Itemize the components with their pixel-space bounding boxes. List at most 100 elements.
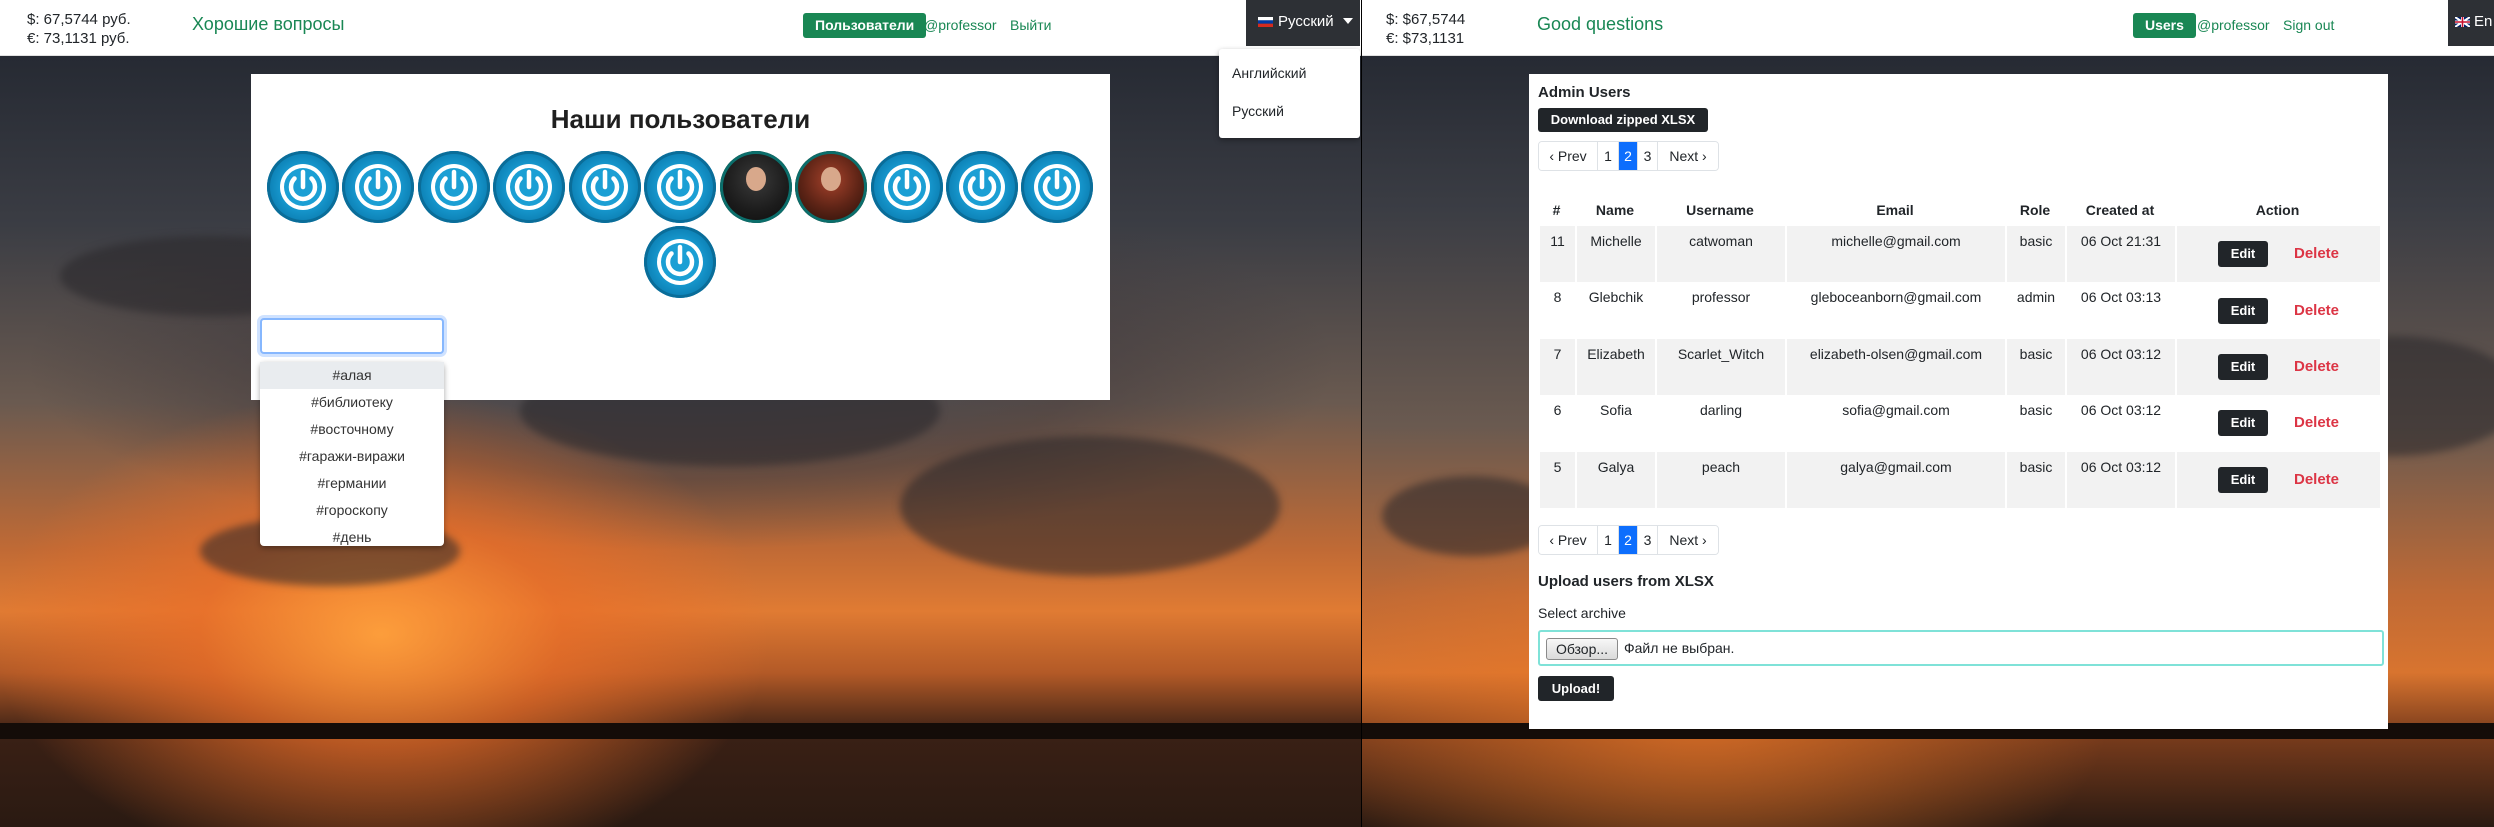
language-menu: Английский Русский — [1219, 49, 1360, 138]
avatar-face — [746, 167, 766, 191]
page-link-3[interactable]: 3 — [1638, 142, 1658, 170]
avatar-face — [821, 167, 841, 191]
edit-button[interactable]: Edit — [2217, 466, 2268, 493]
cell-role: basic — [2005, 226, 2065, 283]
select-archive-label: Select archive — [1538, 605, 1626, 621]
prev-page-link[interactable]: ‹ Prev — [1539, 142, 1598, 170]
file-input[interactable]: Обзор... Файл не выбран. — [1538, 630, 2384, 666]
suggestion-item[interactable]: #восточному — [260, 416, 444, 443]
profile-link[interactable]: @professor — [2197, 17, 2270, 33]
user-avatar-default[interactable] — [871, 151, 943, 223]
language-dropdown-toggle[interactable]: Русский — [1246, 0, 1360, 46]
download-xlsx-button[interactable]: Download zipped XLSX — [1538, 108, 1708, 132]
edit-button[interactable]: Edit — [2217, 353, 2268, 380]
user-avatar-default[interactable] — [1021, 151, 1093, 223]
currency-rates: $: 67,5744 руб. €: 73,1131 руб. — [27, 10, 131, 48]
delete-link[interactable]: Delete — [2294, 471, 2339, 488]
cell-created: 06 Oct 03:12 — [2065, 395, 2175, 452]
brand-link[interactable]: Good questions — [1537, 14, 1663, 35]
page-link-1[interactable]: 1 — [1598, 526, 1619, 554]
cell-username: professor — [1655, 282, 1785, 339]
cell-role: basic — [2005, 338, 2065, 396]
prev-page-link[interactable]: ‹ Prev — [1539, 526, 1598, 554]
cell-name: Galya — [1575, 451, 1655, 508]
edit-button[interactable]: Edit — [2217, 241, 2268, 268]
delete-link[interactable]: Delete — [2294, 302, 2339, 319]
logout-link[interactable]: Sign out — [2283, 17, 2334, 33]
page-link-2[interactable]: 2 — [1619, 142, 1638, 170]
page-link-1[interactable]: 1 — [1598, 142, 1619, 170]
brand-link[interactable]: Хорошие вопросы — [192, 14, 344, 35]
suggestion-item[interactable]: #библиотеку — [260, 389, 444, 416]
cell-id: 8 — [1538, 282, 1575, 339]
user-avatar-default[interactable] — [644, 151, 716, 223]
cell-actions: Edit Delete — [2175, 451, 2380, 508]
user-avatar-photo[interactable] — [795, 151, 867, 223]
cell-created: 06 Oct 03:13 — [2065, 282, 2175, 339]
cell-actions: Edit Delete — [2175, 226, 2380, 283]
edit-button[interactable]: Edit — [2217, 410, 2268, 437]
delete-link[interactable]: Delete — [2294, 414, 2339, 431]
suggestion-item[interactable]: #германии — [260, 470, 444, 497]
suggestion-item[interactable]: #гаражи-виражи — [260, 443, 444, 470]
language-dropdown-toggle[interactable]: En — [2448, 0, 2494, 46]
cell-name: Glebchik — [1575, 282, 1655, 339]
next-page-link[interactable]: Next › — [1658, 142, 1718, 170]
user-avatar-default[interactable] — [493, 151, 565, 223]
pagination-top: ‹ Prev 1 2 3 Next › — [1538, 141, 1719, 171]
user-avatar-default[interactable] — [342, 151, 414, 223]
user-avatar-default[interactable] — [644, 226, 716, 298]
no-file-text: Файл не выбран. — [1624, 640, 1735, 656]
admin-users-card: Admin Users Download zipped XLSX ‹ Prev … — [1529, 74, 2388, 729]
cell-actions: Edit Delete — [2175, 338, 2380, 396]
users-nav-button[interactable]: Пользователи — [803, 13, 927, 38]
table-row: 7 Elizabeth Scarlet_Witch elizabeth-olse… — [1538, 338, 2380, 396]
next-page-link[interactable]: Next › — [1658, 526, 1718, 554]
column-header: # — [1552, 202, 1561, 218]
table-row: 6 Sofia darling sofia@gmail.com basic 06… — [1538, 395, 2380, 452]
user-avatar-photo[interactable] — [720, 151, 792, 223]
user-avatar-default[interactable] — [569, 151, 641, 223]
upload-heading: Upload users from XLSX — [1538, 573, 1714, 590]
column-header: Created at — [2085, 202, 2155, 218]
cell-email: galya@gmail.com — [1785, 451, 2005, 508]
edit-button[interactable]: Edit — [2217, 297, 2268, 324]
cell-email: elizabeth-olsen@gmail.com — [1785, 338, 2005, 396]
language-option-russian[interactable]: Русский — [1232, 103, 1284, 119]
column-header: Username — [1686, 202, 1754, 218]
upload-button[interactable]: Upload! — [1538, 676, 1614, 701]
cell-username: peach — [1655, 451, 1785, 508]
column-header: Email — [1876, 202, 1914, 218]
browse-button[interactable]: Обзор... — [1546, 638, 1618, 660]
users-nav-button[interactable]: Users — [2133, 13, 2196, 38]
cell-id: 6 — [1538, 395, 1575, 452]
suggestion-item[interactable]: #алая — [260, 362, 444, 389]
user-avatar-default[interactable] — [418, 151, 490, 223]
page-link-3[interactable]: 3 — [1638, 526, 1658, 554]
tag-search-input[interactable] — [260, 318, 444, 354]
cell-username: Scarlet_Witch — [1655, 338, 1785, 396]
user-avatar-default[interactable] — [946, 151, 1018, 223]
power-icon — [1034, 164, 1080, 210]
cell-id: 7 — [1538, 338, 1575, 396]
admin-users-heading: Admin Users — [1538, 84, 1631, 101]
cell-actions: Edit Delete — [2175, 282, 2380, 339]
power-icon — [959, 164, 1005, 210]
language-option-english[interactable]: Английский — [1232, 65, 1306, 81]
cell-email: michelle@gmail.com — [1785, 226, 2005, 283]
power-icon — [355, 164, 401, 210]
users-table: # Name Username Email Role Created at Ac… — [1538, 194, 2380, 508]
suggestion-item[interactable]: #день — [260, 524, 444, 551]
page-link-2[interactable]: 2 — [1619, 526, 1638, 554]
profile-link[interactable]: @professor — [924, 17, 997, 33]
delete-link[interactable]: Delete — [2294, 358, 2339, 375]
suggestion-item[interactable]: #гороскопу — [260, 497, 444, 524]
logout-link[interactable]: Выйти — [1010, 17, 1051, 33]
user-avatar-default[interactable] — [267, 151, 339, 223]
left-browser-panel: $: 67,5744 руб. €: 73,1131 руб. Хорошие … — [0, 0, 1361, 827]
language-current: Русский — [1278, 13, 1334, 30]
power-icon — [582, 164, 628, 210]
usd-rate: $: 67,5744 руб. — [27, 11, 131, 28]
delete-link[interactable]: Delete — [2294, 245, 2339, 262]
eur-rate: €: $73,1131 — [1386, 30, 1465, 47]
